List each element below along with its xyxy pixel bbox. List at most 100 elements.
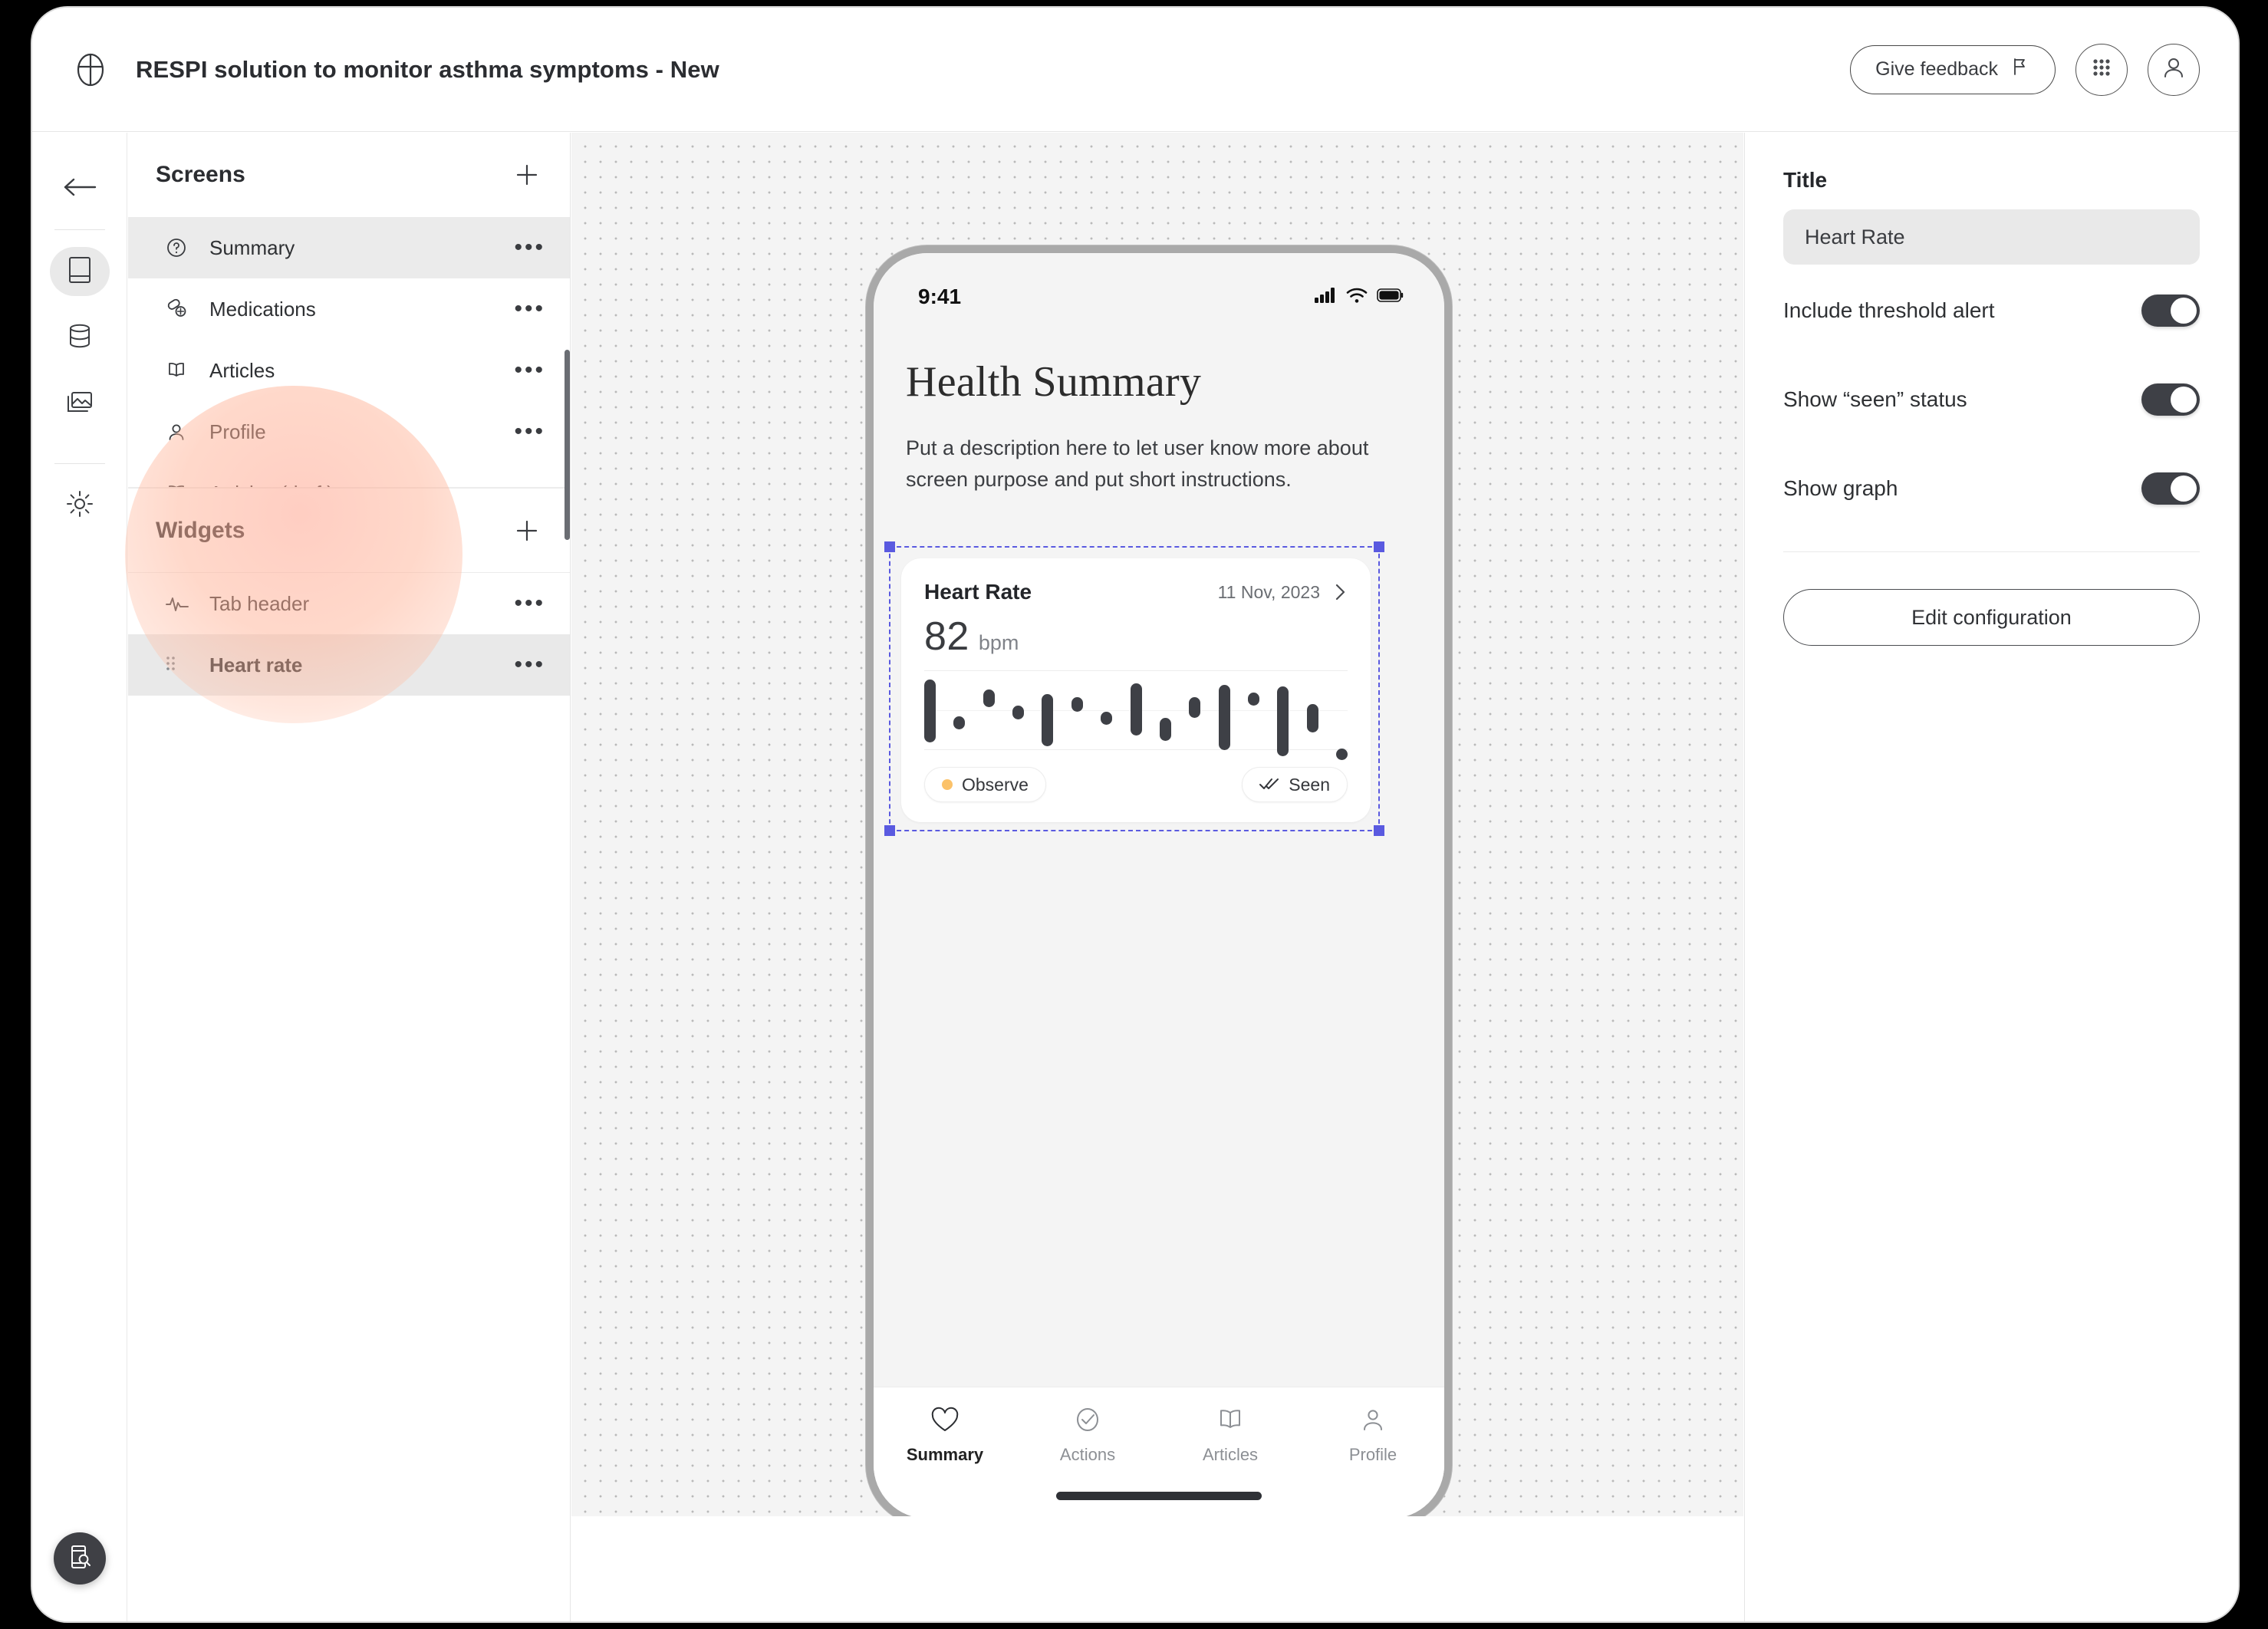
heart-rate-date: 11 Nov, 2023 <box>1217 581 1320 602</box>
images-icon <box>65 390 94 418</box>
question-circle-icon <box>165 236 194 259</box>
check-circle-icon <box>1072 1406 1103 1437</box>
screen-row-menu-button[interactable]: ••• <box>514 236 545 259</box>
toggle-label: Show graph <box>1783 476 1898 500</box>
screen-row-menu-button[interactable]: ••• <box>514 420 545 443</box>
database-icon <box>66 322 94 354</box>
book-icon <box>1215 1406 1246 1437</box>
nav-item-summary[interactable]: Summary <box>874 1406 1016 1465</box>
heart-rate-value-row: 82 bpm <box>924 614 1348 660</box>
preview-button[interactable] <box>54 1532 106 1585</box>
screen-row-menu-button[interactable]: ••• <box>514 359 545 382</box>
title-input[interactable] <box>1783 209 2200 265</box>
person-icon <box>1358 1406 1388 1437</box>
nav-label: Profile <box>1348 1445 1397 1464</box>
threshold-alert-toggle[interactable] <box>2141 295 2200 327</box>
status-icons <box>1314 287 1404 308</box>
screens-title: Screens <box>156 162 245 187</box>
design-canvas[interactable]: 9:41 Health Summary Put a description he… <box>571 133 1743 1516</box>
phone-screen: 9:41 Health Summary Put a description he… <box>874 253 1444 1516</box>
user-avatar-icon <box>2160 54 2187 85</box>
screen-description: Put a description here to let user know … <box>906 436 1369 492</box>
widgets-title: Widgets <box>156 517 245 543</box>
chart-bar <box>983 689 995 707</box>
resize-handle-bottom-left[interactable] <box>884 825 895 836</box>
show-graph-toggle[interactable] <box>2141 472 2200 505</box>
resize-handle-bottom-right[interactable] <box>1374 825 1384 836</box>
heart-rate-title: Heart Rate <box>924 580 1032 604</box>
add-screen-button[interactable] <box>512 160 542 190</box>
sidebar-item-articles-draft[interactable]: Articles (draft) ••• <box>128 462 570 487</box>
widget-row-menu-button[interactable]: ••• <box>514 592 545 615</box>
sidebar-item-label: Articles <box>209 358 275 382</box>
toggle-row-seen-status: Show “seen” status <box>1783 357 2200 443</box>
status-dot-icon <box>942 779 953 790</box>
observe-chip-label: Observe <box>962 774 1029 795</box>
chart-bar <box>1159 718 1171 741</box>
phone-content: Health Summary Put a description here to… <box>874 324 1444 1387</box>
give-feedback-button[interactable]: Give feedback <box>1850 44 2056 94</box>
account-button[interactable] <box>2148 43 2200 96</box>
cellular-signal-icon <box>1314 287 1337 308</box>
screens-list-scrollbar[interactable] <box>565 350 570 540</box>
chevron-right-icon[interactable] <box>1332 582 1348 602</box>
rail-item-settings[interactable] <box>50 481 110 530</box>
chart-bar <box>1101 712 1113 725</box>
properties-panel: Title Include threshold alert Show “seen… <box>1744 133 2238 1621</box>
heart-icon <box>930 1406 960 1437</box>
nav-item-articles[interactable]: Articles <box>1159 1406 1302 1465</box>
heart-rate-unit: bpm <box>978 631 1019 654</box>
grid-apps-button[interactable] <box>2075 43 2128 96</box>
resize-handle-top-left[interactable] <box>884 541 895 552</box>
edit-configuration-button[interactable]: Edit configuration <box>1783 589 2200 646</box>
book-icon <box>165 359 194 382</box>
wifi-icon <box>1346 287 1368 308</box>
chart-bar <box>1218 684 1230 750</box>
widget-selection-frame[interactable]: Heart Rate 11 Nov, 2023 82 bpm Observe S… <box>884 541 1384 836</box>
nav-label: Articles <box>1202 1445 1259 1464</box>
seen-status-toggle[interactable] <box>2141 383 2200 416</box>
heart-rate-status-chips: Observe Seen <box>924 767 1348 802</box>
widget-item-tab-header[interactable]: Tab header ••• <box>128 573 570 634</box>
rail-item-images[interactable] <box>50 379 110 428</box>
nav-label: Summary <box>906 1445 984 1464</box>
chart-bar <box>1130 683 1142 736</box>
add-widget-button[interactable] <box>512 515 542 546</box>
screens-panel-header: Screens <box>128 133 570 217</box>
back-arrow-icon[interactable] <box>56 163 104 211</box>
widget-item-label: Tab header <box>209 591 310 615</box>
screen-row-menu-button[interactable]: ••• <box>514 298 545 321</box>
screen-heading: Health Summary <box>906 358 1202 406</box>
nav-item-profile[interactable]: Profile <box>1302 1406 1444 1465</box>
sidebar-item-medications[interactable]: Medications ••• <box>128 278 570 340</box>
sidebar-item-label: Profile <box>209 420 266 443</box>
seen-chip-label: Seen <box>1289 774 1330 795</box>
pulse-icon <box>165 594 194 613</box>
rail-item-database[interactable] <box>50 313 110 362</box>
toggle-label: Include threshold alert <box>1783 298 1995 322</box>
screens-icon <box>67 255 93 288</box>
drag-handle-icon[interactable] <box>165 655 194 675</box>
heart-rate-widget-card[interactable]: Heart Rate 11 Nov, 2023 82 bpm Observe S… <box>901 558 1371 822</box>
sidebar-item-articles[interactable]: Articles ••• <box>128 340 570 401</box>
observe-status-chip[interactable]: Observe <box>924 767 1046 802</box>
sidebar-item-summary[interactable]: Summary ••• <box>128 217 570 278</box>
circle-cross-logo-icon <box>69 48 112 91</box>
seen-status-chip[interactable]: Seen <box>1242 767 1348 802</box>
chart-bar <box>1012 705 1025 720</box>
rail-divider-top <box>54 229 105 230</box>
widget-item-label: Heart rate <box>209 653 303 676</box>
phone-status-bar: 9:41 <box>874 253 1444 324</box>
sidebar-item-profile[interactable]: Profile ••• <box>128 401 570 462</box>
widget-row-menu-button[interactable]: ••• <box>514 653 545 676</box>
gear-icon <box>65 489 94 522</box>
status-time: 9:41 <box>918 285 962 308</box>
resize-handle-top-right[interactable] <box>1374 541 1384 552</box>
chart-bar <box>1306 703 1318 733</box>
chart-bar <box>1247 693 1259 706</box>
battery-icon <box>1377 288 1404 307</box>
rail-item-screens[interactable] <box>49 247 110 296</box>
phone-preview-icon <box>67 1543 93 1575</box>
widget-item-heart-rate[interactable]: Heart rate ••• <box>128 634 570 696</box>
nav-item-actions[interactable]: Actions <box>1016 1406 1159 1465</box>
